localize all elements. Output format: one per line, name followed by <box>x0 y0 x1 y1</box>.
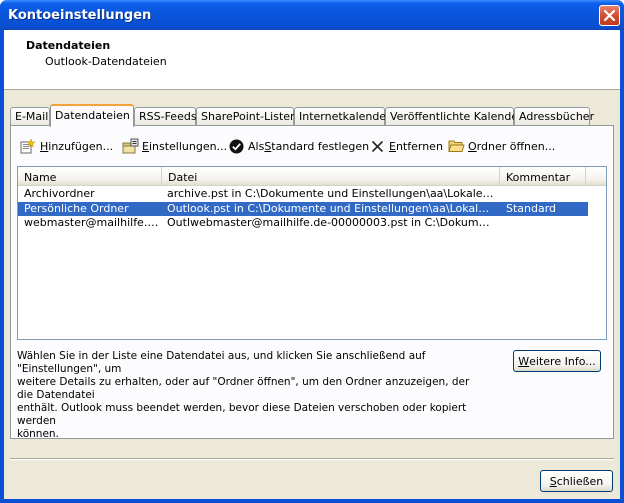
cell-file: Outlwebmaster@mailhilfe.de-00000003.pst … <box>167 216 495 229</box>
settings-label: instellungen... <box>148 139 228 153</box>
tab-email[interactable]: E-Mail <box>10 107 50 126</box>
cell-file: archive.pst in C:\Dokumente und Einstell… <box>167 187 495 200</box>
column-header-name[interactable]: Name <box>18 167 162 186</box>
set-default-label: tandard festlegen <box>271 139 370 153</box>
open-folder-label: rdner öffnen... <box>476 139 556 153</box>
checkmark-icon <box>227 138 245 154</box>
open-folder-button[interactable]: Ordner öffnen... <box>447 136 555 156</box>
window-title: Kontoeinstellungen <box>8 8 152 23</box>
set-default-label-pre: Als <box>248 139 265 153</box>
description-text: Wählen Sie in der Liste eine Datendatei … <box>17 350 487 441</box>
dialog-client-area: Datendateien Outlook-Datendateien E-Mail… <box>4 30 620 499</box>
add-label-accel: H <box>40 139 49 153</box>
close-icon <box>604 10 615 21</box>
table-row[interactable]: Archivordner archive.pst in C:\Dokumente… <box>18 187 588 201</box>
description-line: können. <box>17 428 59 440</box>
table-row-selected[interactable]: Persönliche Ordner Outlook.pst in C:\Dok… <box>18 202 588 216</box>
header-area: Datendateien Outlook-Datendateien <box>4 30 620 90</box>
column-header-kommentar[interactable]: Kommentar <box>500 167 586 186</box>
remove-label-accel: E <box>389 139 396 153</box>
remove-button[interactable]: Entfernen <box>368 136 443 156</box>
data-file-list[interactable]: Name Datei Kommentar Archivordner archiv… <box>17 166 607 340</box>
close-window-button[interactable] <box>599 5 620 26</box>
add-data-file-icon <box>19 138 37 154</box>
add-label: inzufügen... <box>48 139 114 153</box>
close-button[interactable]: Schließen <box>540 470 613 492</box>
cell-comment <box>506 216 586 230</box>
title-bar[interactable]: Kontoeinstellungen <box>0 0 624 30</box>
more-info-button[interactable]: Weitere Info... <box>513 350 601 372</box>
tab-rss-feeds[interactable]: RSS-Feeds <box>134 107 197 126</box>
close-label: chließen <box>556 474 604 488</box>
remove-label: ntfernen <box>395 139 443 153</box>
settings-icon <box>121 138 139 154</box>
column-header-datei[interactable]: Datei <box>162 167 500 186</box>
cell-name: webmaster@mailhilfe.de <box>24 216 160 229</box>
open-folder-label-accel: O <box>468 139 477 153</box>
more-info-label: eitere Info... <box>529 354 596 368</box>
cell-comment <box>506 187 586 201</box>
description-line: weitere Details zu erhalten, oder auf "O… <box>17 376 470 401</box>
set-default-button[interactable]: Als Standard festlegen <box>227 136 369 156</box>
set-default-label-accel: S <box>264 139 272 153</box>
tab-veroeffentlichte-kalender[interactable]: Veröffentlichte Kalender <box>385 107 523 126</box>
settings-button[interactable]: Einstellungen... <box>121 136 227 156</box>
add-button[interactable]: Hinzufügen... <box>19 136 113 156</box>
tab-adressbuecher[interactable]: Adressbücher <box>514 107 594 126</box>
cell-name: Archivordner <box>24 187 95 200</box>
remove-x-icon <box>368 138 386 154</box>
cell-comment: Standard <box>506 202 557 215</box>
cell-name: Persönliche Ordner <box>24 202 129 215</box>
description-line: Wählen Sie in der Liste eine Datendatei … <box>17 350 426 375</box>
tab-panel-datendateien: Hinzufügen... Einstellungen... Als S tan… <box>10 125 614 441</box>
folder-open-icon <box>447 138 465 154</box>
close-label-accel: S <box>549 474 557 488</box>
tab-sharepoint-listen[interactable]: SharePoint-Listen <box>196 107 297 126</box>
list-header: Name Datei Kommentar <box>18 167 606 186</box>
tab-internetkalender[interactable]: Internetkalender <box>294 107 391 126</box>
table-row[interactable]: webmaster@mailhilfe.de Outlwebmaster@mai… <box>18 216 588 230</box>
cell-file: Outlook.pst in C:\Dokumente und Einstell… <box>167 202 495 215</box>
tab-datendateien[interactable]: Datendateien <box>50 104 134 127</box>
header-subtitle: Outlook-Datendateien <box>45 55 167 68</box>
bottom-separator <box>10 458 614 460</box>
description-line: enthält. Outlook muss beendet werden, be… <box>17 402 467 427</box>
more-info-label-accel: W <box>518 354 530 368</box>
settings-label-accel: E <box>142 139 149 153</box>
header-title: Datendateien <box>26 39 111 52</box>
dialog-window: Kontoeinstellungen Datendateien Outlook-… <box>0 0 624 503</box>
